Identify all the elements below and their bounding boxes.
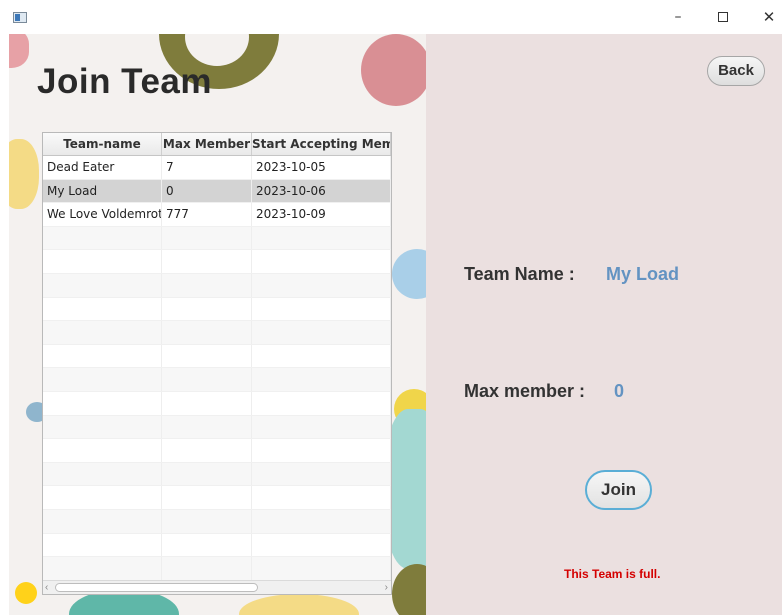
close-button[interactable]: ✕	[754, 6, 782, 28]
table-row[interactable]: We Love Voldemrot 777 2023-10-09	[43, 203, 391, 227]
decor-blob-pink-top	[361, 34, 426, 106]
status-message: This Team is full.	[564, 567, 661, 581]
empty-row	[43, 557, 391, 581]
team-name-label: Team Name :	[464, 264, 575, 284]
cell-max-member: 7	[162, 156, 252, 179]
cell-team-name: We Love Voldemrot	[43, 203, 162, 226]
decor-blob-yellow-bottom	[239, 594, 359, 615]
column-header-team-name[interactable]: Team-name	[43, 133, 162, 155]
decor-blob-sun	[15, 582, 37, 604]
empty-row	[43, 462, 391, 487]
empty-row	[43, 439, 391, 463]
empty-row	[43, 391, 391, 416]
table-row[interactable]: Dead Eater 7 2023-10-05	[43, 156, 391, 180]
cell-start-date: 2023-10-09	[252, 203, 391, 226]
horizontal-scrollbar[interactable]: ‹ ›	[43, 580, 391, 594]
cell-team-name: My Load	[43, 179, 162, 203]
column-header-max-member[interactable]: Max Member	[162, 133, 252, 155]
page-title: Join Team	[37, 62, 213, 101]
decor-blob-yellow	[9, 139, 39, 209]
empty-row	[43, 509, 391, 534]
left-pane: Join Team Team-name Max Member Start Acc…	[9, 34, 426, 615]
maximize-button[interactable]	[708, 6, 738, 28]
window-titlebar: – ✕	[0, 0, 782, 34]
empty-row	[43, 368, 391, 392]
max-member-value: 0	[614, 381, 625, 401]
cell-max-member: 777	[162, 203, 252, 226]
max-member-label: Max member :	[464, 381, 586, 401]
empty-row	[43, 321, 391, 345]
empty-row	[43, 486, 391, 510]
decor-blob-pink-left	[9, 34, 29, 68]
empty-row	[43, 297, 391, 322]
table-header: Team-name Max Member Start Accepting Mem…	[43, 133, 391, 156]
cell-start-date: 2023-10-05	[252, 156, 391, 179]
app-icon	[13, 12, 27, 23]
scrollbar-thumb[interactable]	[55, 583, 258, 592]
cell-start-date: 2023-10-06	[252, 179, 391, 203]
empty-row	[43, 344, 391, 369]
empty-row	[43, 273, 391, 298]
empty-row	[43, 415, 391, 440]
empty-row	[43, 226, 391, 251]
details-pane: Back Team Name : My Load Max member : 0 …	[426, 34, 782, 615]
scroll-right-icon[interactable]: ›	[385, 581, 388, 594]
back-button[interactable]: Back	[707, 56, 765, 86]
teams-table[interactable]: Team-name Max Member Start Accepting Mem…	[42, 132, 392, 595]
empty-row	[43, 533, 391, 558]
empty-row	[43, 250, 391, 274]
column-header-start-accepting[interactable]: Start Accepting Member	[252, 133, 391, 155]
join-button[interactable]: Join	[585, 470, 652, 510]
scroll-left-icon[interactable]: ‹	[45, 581, 48, 594]
table-row-selected[interactable]: My Load 0 2023-10-06	[43, 179, 391, 204]
maximize-icon	[718, 12, 728, 22]
decor-blob-olive-bottom	[392, 564, 426, 615]
team-name-value: My Load	[606, 264, 680, 284]
decor-blob-blue-right	[392, 249, 426, 299]
minimize-button[interactable]: –	[663, 6, 693, 28]
cell-max-member: 0	[162, 179, 252, 203]
cell-team-name: Dead Eater	[43, 156, 162, 179]
